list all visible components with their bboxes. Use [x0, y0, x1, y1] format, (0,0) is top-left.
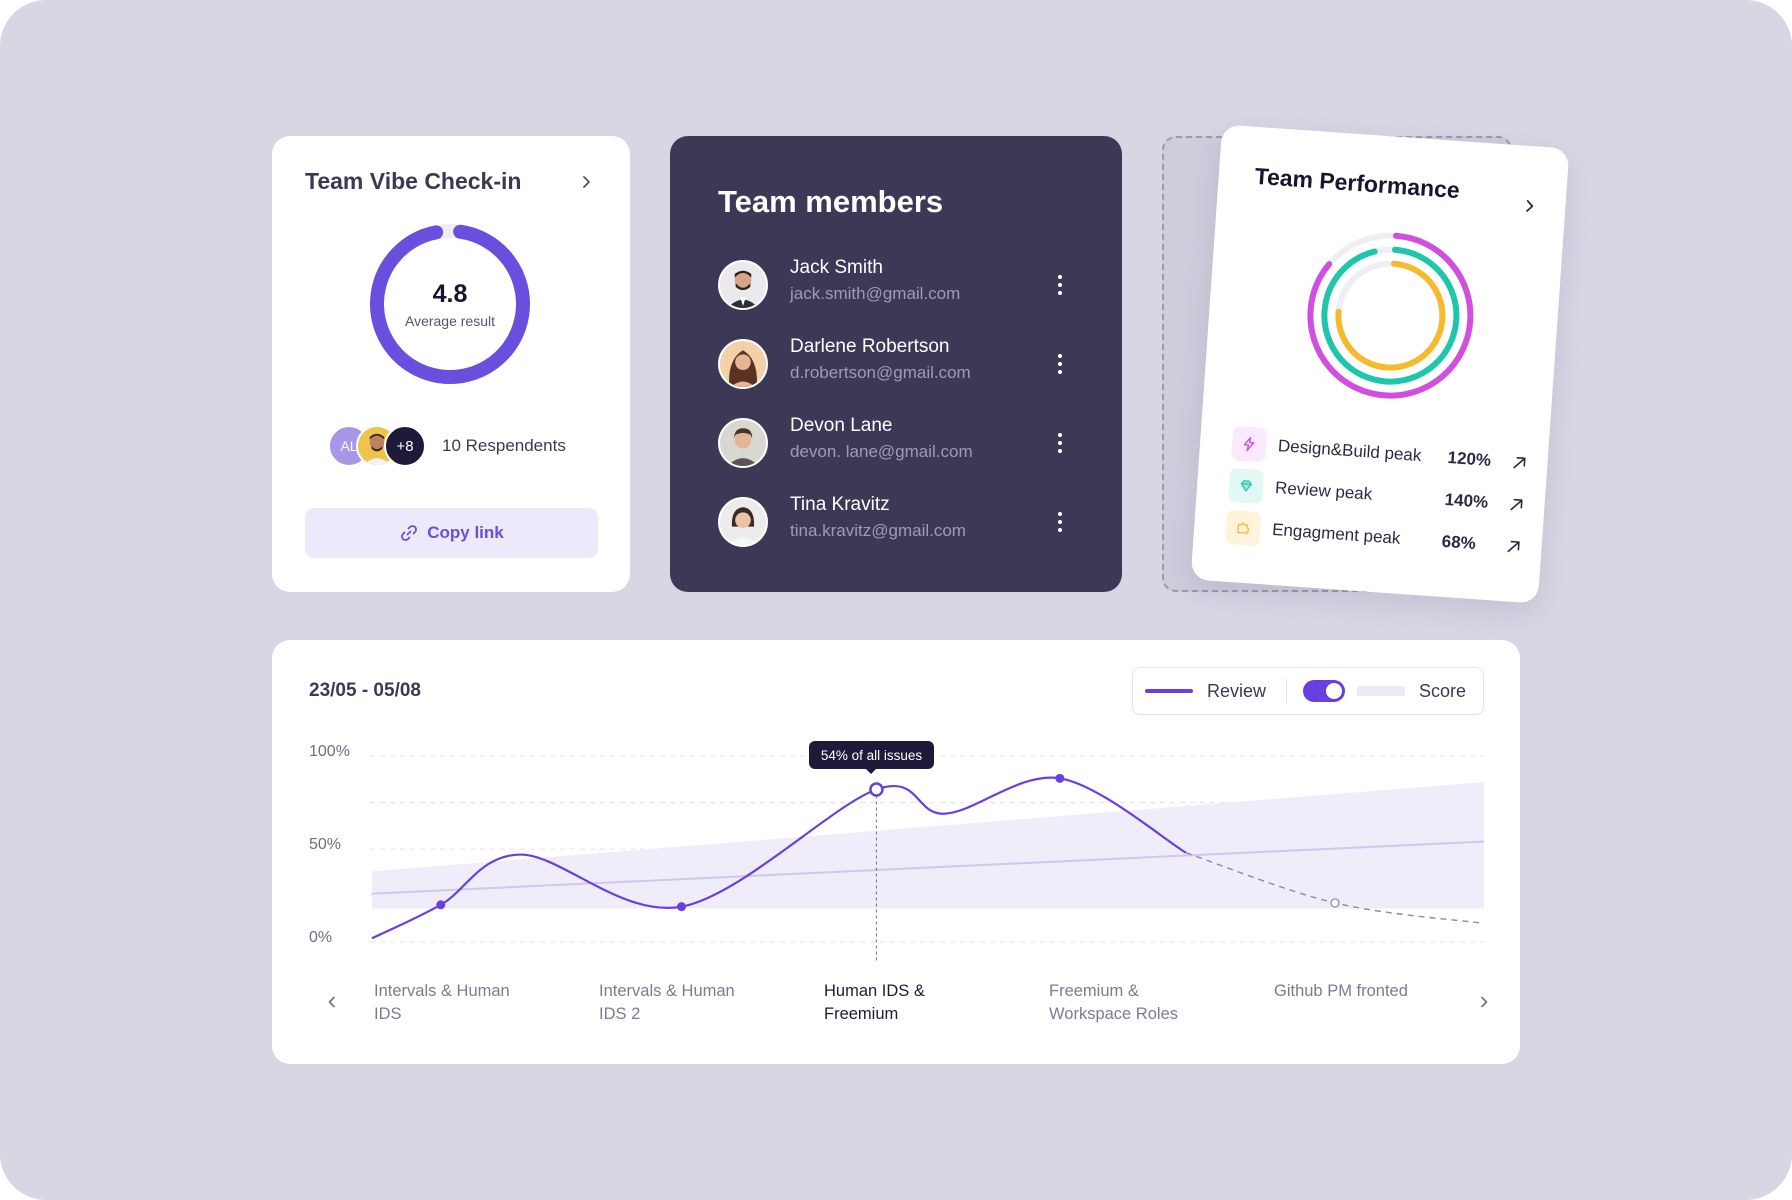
chart-tooltip: 54% of all issues [809, 741, 934, 774]
arrow-up-right-icon [1513, 457, 1526, 469]
vibe-card-title: Team Vibe Check-in [305, 168, 522, 194]
member-row[interactable]: Tina Kravitz tina.kravitz@gmail.com [718, 494, 1088, 550]
review-chart-card: 23/05 - 05/08 Review Score 100% 50% 0% 5… [272, 640, 1520, 1064]
data-point [1055, 773, 1065, 783]
copy-link-label: Copy link [427, 523, 504, 542]
forecast-point [1330, 898, 1340, 908]
member-email: d.robertson@gmail.com [790, 363, 971, 382]
average-label: Average result [404, 312, 495, 329]
team-performance-card[interactable]: Team Performance Design&Build peak 120% … [1190, 124, 1570, 604]
more-options-icon[interactable] [1048, 267, 1072, 303]
avatar [718, 497, 768, 547]
member-name: Tina Kravitz [790, 494, 890, 515]
team-members-card: Team members Jack Smith jack.smith@gmail… [670, 136, 1122, 592]
peak-value: 120% [1446, 447, 1492, 470]
x-category-label[interactable]: Human IDS & Freemium [824, 980, 984, 1026]
score-band [372, 782, 1484, 909]
member-row[interactable]: Devon Lane devon. lane@gmail.com [718, 415, 1088, 471]
member-email: tina.kravitz@gmail.com [790, 521, 966, 540]
highlight-point [869, 782, 884, 797]
x-category-label[interactable]: Github PM fronted [1274, 980, 1434, 1003]
member-email: devon. lane@gmail.com [790, 442, 973, 461]
lightning-icon [1230, 425, 1268, 463]
performance-rings [1300, 225, 1481, 406]
ring-0 [1307, 232, 1474, 399]
copy-link-button[interactable]: Copy link [305, 508, 598, 558]
team-performance-title: Team Performance [1253, 162, 1461, 204]
member-name: Devon Lane [790, 415, 893, 436]
avatar [718, 418, 768, 468]
chevron-right-icon[interactable] [574, 170, 598, 194]
diamond-icon [1228, 467, 1265, 505]
member-email: jack.smith@gmail.com [790, 284, 961, 303]
y-tick-label: 0% [309, 929, 333, 946]
x-category-label[interactable]: Intervals & Human IDS [374, 980, 534, 1026]
more-options-icon[interactable] [1048, 346, 1072, 382]
member-row[interactable]: Jack Smith jack.smith@gmail.com [718, 257, 1088, 313]
team-members-title: Team members [718, 184, 944, 219]
x-category-label[interactable]: Intervals & Human IDS 2 [599, 980, 759, 1026]
data-point [436, 900, 446, 910]
link-icon [401, 525, 418, 541]
chevron-right-icon[interactable] [1472, 990, 1496, 1014]
ring-track [1307, 232, 1474, 399]
vibe-checkin-card: Team Vibe Check-in 4.8 Average result AL… [272, 136, 630, 592]
average-value: 4.8 [432, 279, 468, 308]
arrow-up-right-icon [1507, 540, 1520, 553]
avatar [718, 339, 768, 389]
canvas-background: Team Vibe Check-in 4.8 Average result AL… [0, 0, 1792, 1200]
avatar [718, 260, 768, 310]
avatar-more-count: +8 [384, 425, 426, 467]
y-tick-label: 100% [309, 743, 350, 760]
more-options-icon[interactable] [1048, 425, 1072, 461]
chevron-left-icon[interactable] [320, 990, 344, 1014]
more-options-icon[interactable] [1048, 504, 1072, 540]
member-name: Darlene Robertson [790, 336, 950, 357]
puzzle-icon [1225, 509, 1262, 547]
average-result-donut: 4.8 Average result [362, 216, 538, 392]
member-row[interactable]: Darlene Robertson d.robertson@gmail.com [718, 336, 1088, 392]
respondents-row: AL +8 10 Respendents [328, 424, 566, 468]
chevron-right-icon[interactable] [1517, 193, 1543, 219]
ring-chart [1307, 232, 1474, 399]
peak-label: Engagment peak [1271, 519, 1402, 548]
respondents-count: 10 Respendents [442, 436, 566, 455]
peak-label: Review peak [1274, 478, 1373, 504]
y-tick-label: 50% [309, 836, 342, 853]
peak-label: Design&Build peak [1277, 436, 1423, 466]
arrow-up-right-icon [1510, 498, 1523, 511]
peak-value: 140% [1444, 489, 1489, 512]
data-point [677, 902, 687, 912]
x-category-label[interactable]: Freemium & Workspace Roles [1049, 980, 1209, 1026]
member-name: Jack Smith [790, 257, 883, 278]
peak-value: 68% [1441, 531, 1477, 554]
